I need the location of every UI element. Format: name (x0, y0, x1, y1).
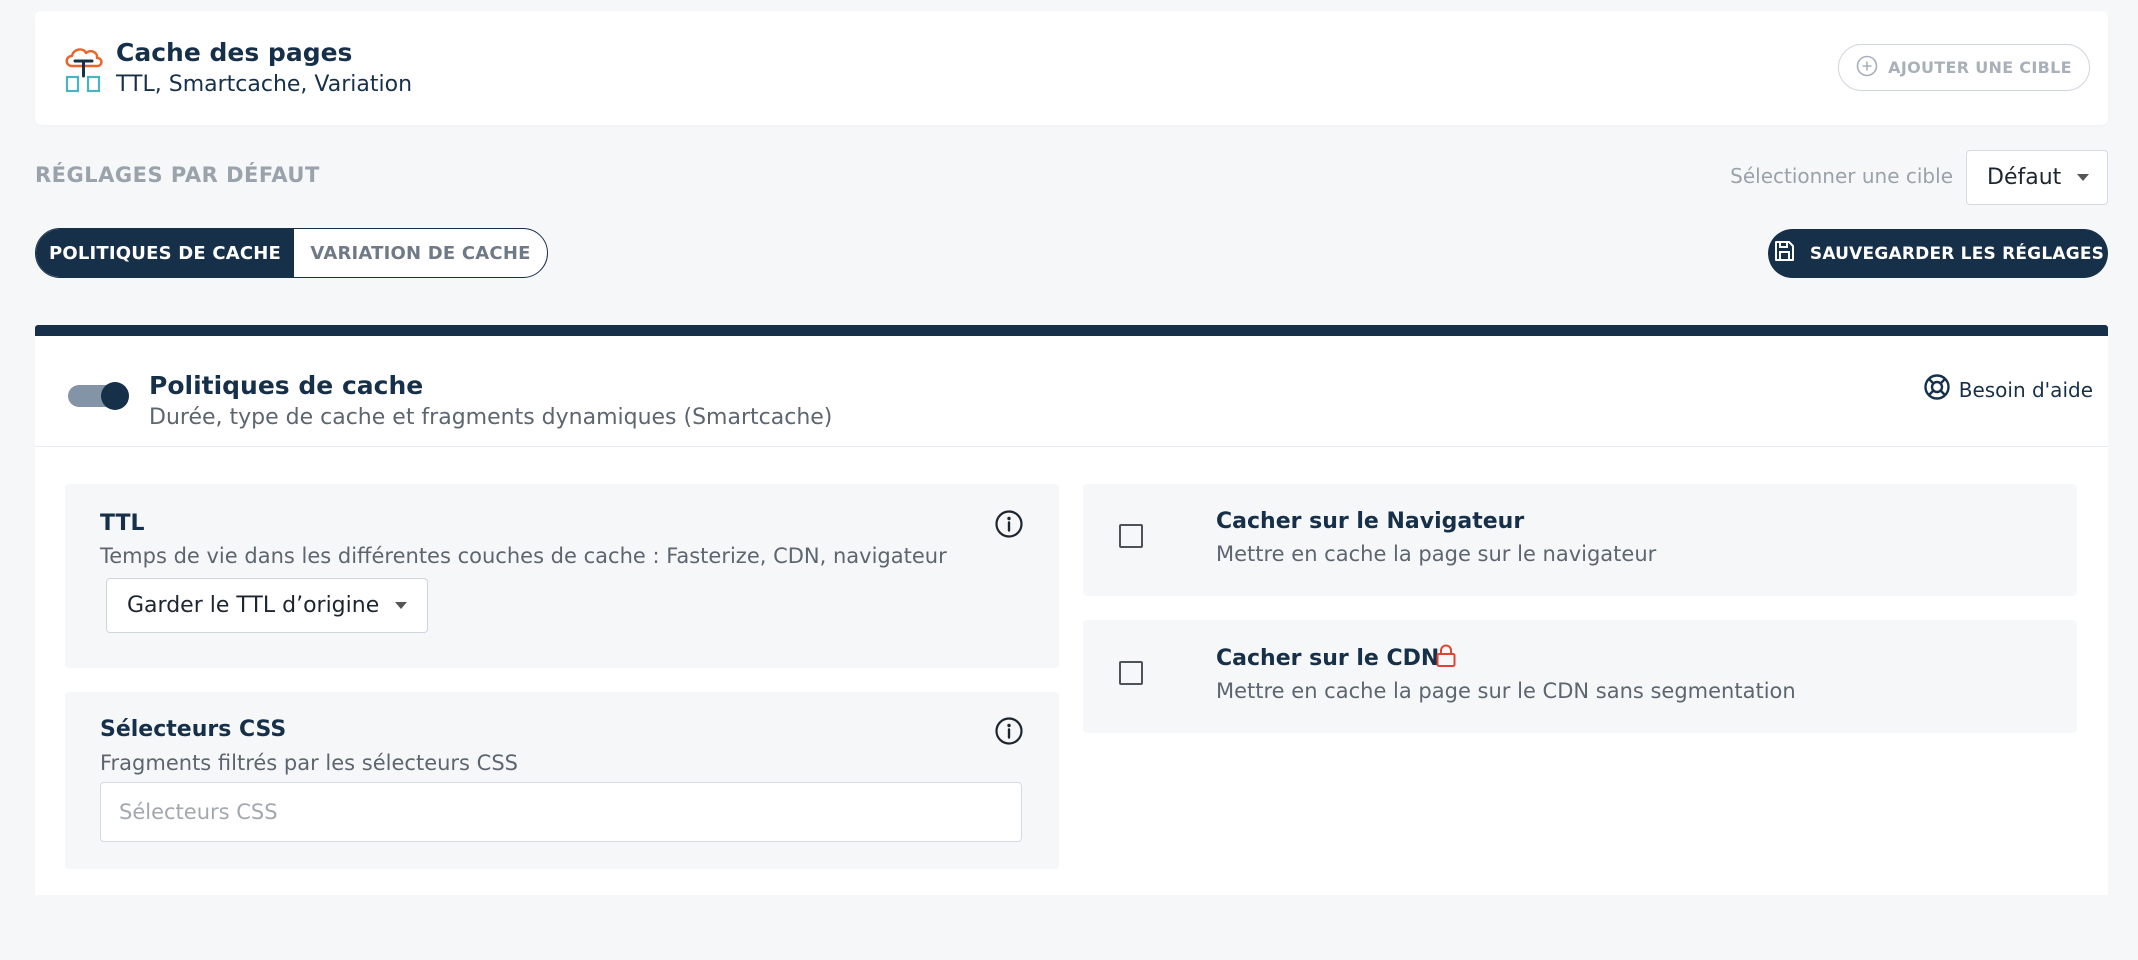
info-circle-icon[interactable] (994, 509, 1024, 543)
info-circle-icon[interactable] (994, 716, 1024, 750)
header-card: Cache des pages TTL, Smartcache, Variati… (35, 11, 2108, 125)
tab-cache-variation[interactable]: VARIATION DE CACHE (294, 229, 547, 277)
browser-cache-title: Cacher sur le Navigateur (1216, 509, 1525, 534)
css-selectors-card: Sélecteurs CSS Fragments filtrés par les… (65, 692, 1059, 869)
ttl-card: TTL Temps de vie dans les différentes co… (65, 484, 1059, 668)
cache-policies-toggle[interactable] (68, 382, 129, 410)
help-link[interactable]: Besoin d'aide (1923, 373, 2093, 406)
save-settings-label: SAUVEGARDER LES RÉGLAGES (1809, 243, 2105, 264)
section-label: RÉGLAGES PAR DÉFAUT (35, 163, 320, 187)
add-target-button[interactable]: AJOUTER UNE CIBLE (1838, 44, 2090, 91)
browser-cache-card: Cacher sur le Navigateur Mettre en cache… (1083, 484, 2077, 596)
cdn-cache-title: Cacher sur le CDN (1216, 646, 1440, 671)
cdn-cache-description: Mettre en cache la page sur le CDN sans … (1216, 679, 1796, 703)
save-settings-button[interactable]: SAUVEGARDER LES RÉGLAGES (1768, 229, 2108, 278)
cdn-cache-card: Cacher sur le CDN Mettre en cache la pag… (1083, 620, 2077, 733)
toggle-knob (101, 382, 129, 410)
divider (35, 446, 2108, 447)
cloud-cache-icon (62, 44, 104, 94)
lock-icon (1435, 643, 1457, 673)
floppy-disk-icon (1772, 239, 1796, 268)
target-select-value: Défaut (1987, 165, 2062, 190)
panel-subtitle: Durée, type de cache et fragments dynami… (149, 405, 833, 430)
panel-title: Politiques de cache (149, 371, 424, 400)
target-select[interactable]: Défaut (1966, 150, 2108, 205)
chevron-down-icon (2077, 174, 2090, 181)
ttl-select[interactable]: Garder le TTL d’origine (106, 578, 428, 633)
page-title: Cache des pages (116, 38, 353, 67)
lifebuoy-icon (1923, 373, 1951, 406)
tab-bar: POLITIQUES DE CACHE VARIATION DE CACHE (35, 228, 548, 278)
select-target-label: Sélectionner une cible (1730, 164, 1953, 188)
ttl-title: TTL (100, 511, 145, 536)
css-selectors-title: Sélecteurs CSS (100, 717, 287, 742)
help-label: Besoin d'aide (1958, 377, 2093, 402)
css-selectors-input[interactable] (100, 782, 1022, 842)
cache-policies-panel: Politiques de cache Durée, type de cache… (35, 325, 2108, 895)
chevron-down-icon (395, 602, 407, 609)
page-subtitle: TTL, Smartcache, Variation (116, 72, 413, 97)
plus-circle-icon (1856, 55, 1878, 81)
ttl-description: Temps de vie dans les différentes couche… (100, 544, 947, 568)
css-selectors-description: Fragments filtrés par les sélecteurs CSS (100, 751, 519, 775)
ttl-select-value: Garder le TTL d’origine (127, 593, 380, 618)
browser-cache-checkbox[interactable] (1119, 524, 1143, 548)
tab-cache-policies[interactable]: POLITIQUES DE CACHE (36, 229, 294, 277)
add-target-label: AJOUTER UNE CIBLE (1888, 58, 2072, 77)
cdn-cache-checkbox[interactable] (1119, 661, 1143, 685)
browser-cache-description: Mettre en cache la page sur le navigateu… (1216, 542, 1657, 566)
